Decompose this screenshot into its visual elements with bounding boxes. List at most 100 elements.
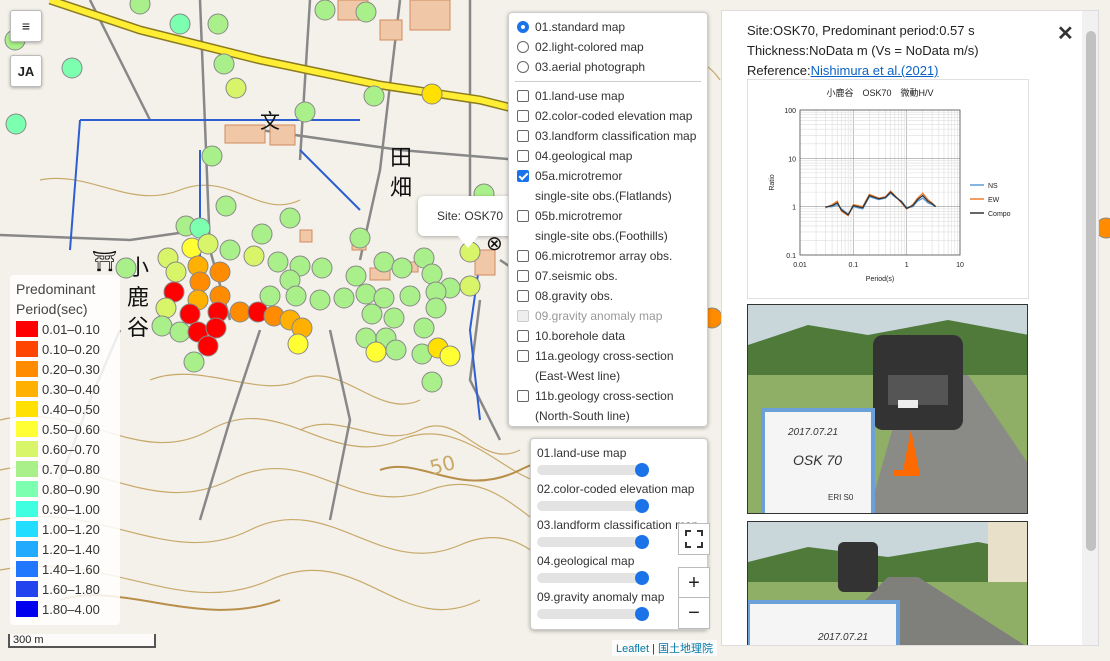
legend-row: 0.60–0.70 — [16, 439, 114, 459]
x-axis-label: Period(s) — [866, 276, 894, 283]
opacity-slider[interactable] — [537, 463, 649, 477]
slider-thumb[interactable] — [635, 499, 649, 513]
hv-chart-svg: 小鹿谷 OSK70 微動H/V Period(s) Ratio 0.01 0.1 1 10 1… — [769, 87, 1011, 283]
site-tooltip: Site: OSK70 — [418, 196, 518, 236]
slider-thumb[interactable] — [635, 607, 649, 621]
legend-label: 1.60–1.80 — [42, 581, 100, 597]
zoom-in-button[interactable]: + — [678, 567, 710, 599]
slider-thumb[interactable] — [635, 463, 649, 477]
overlay-option[interactable]: 10.borehole data — [515, 326, 701, 346]
overlay-label: 11a.geology cross-section (East-West line… — [535, 349, 674, 383]
legend-label: 0.60–0.70 — [42, 441, 100, 457]
checkbox[interactable] — [517, 330, 529, 342]
checkbox[interactable] — [517, 170, 529, 182]
slider-thumb[interactable] — [635, 535, 649, 549]
opacity-slider[interactable] — [537, 535, 649, 549]
overlay-label: 02.color-coded elevation map — [535, 109, 693, 123]
plot-frame — [799, 109, 961, 256]
opacity-slider[interactable] — [537, 499, 649, 513]
basemap-option[interactable]: 02.light-colored map — [515, 37, 701, 57]
reference-link[interactable]: Nishimura et al.(2021) — [811, 63, 939, 78]
opacity-slider[interactable] — [537, 607, 649, 621]
overlay-option[interactable]: 07.seismic obs. — [515, 266, 701, 286]
y-tick-label: 10 — [788, 156, 796, 163]
overlay-option[interactable]: 11b.geology cross-section (North-South li… — [515, 386, 701, 426]
overlay-label: 07.seismic obs. — [535, 269, 618, 283]
legend-swatch — [16, 361, 38, 377]
x-tick-label: 0.01 — [793, 262, 807, 269]
menu-button[interactable]: ≡ — [10, 10, 42, 42]
checkbox[interactable] — [517, 250, 529, 262]
legend-swatch — [16, 581, 38, 597]
checkbox[interactable] — [517, 290, 529, 302]
site-summary: Site:OSK70, Predominant period:0.57 s — [747, 23, 975, 38]
basemap-label: 02.light-colored map — [535, 40, 644, 54]
legend-swatch — [16, 541, 38, 557]
close-button[interactable]: ✕ — [1057, 21, 1074, 46]
checkbox[interactable] — [517, 90, 529, 102]
opacity-label: 09.gravity anomaly map — [537, 590, 665, 604]
slider-thumb[interactable] — [635, 571, 649, 585]
overlay-option[interactable]: 08.gravity obs. — [515, 286, 701, 306]
gsi-link[interactable]: 国土地理院 — [658, 643, 713, 655]
overlay-option[interactable]: 05a.microtremor single-site obs.(Flatland… — [515, 166, 701, 206]
basemap-option[interactable]: 03.aerial photograph — [515, 57, 701, 77]
overlay-label: 05a.microtremor single-site obs.(Flatland… — [535, 169, 672, 203]
checkbox[interactable] — [517, 350, 529, 362]
legend-swatch — [16, 601, 38, 617]
radio-button[interactable] — [517, 61, 529, 73]
radio-button[interactable] — [517, 41, 529, 53]
fullscreen-button[interactable] — [678, 523, 710, 555]
legend-label: 0.90–1.00 — [42, 501, 100, 517]
x-tick-label: 0.1 — [848, 262, 858, 269]
legend-row: 0.50–0.60 — [16, 419, 114, 439]
y-tick-label: 100 — [784, 108, 796, 115]
reference-label: Reference: — [747, 63, 811, 78]
language-button[interactable]: JA — [10, 55, 42, 87]
board-date-2: 2017.07.21 — [817, 632, 868, 643]
basemap-option[interactable]: 01.standard map — [515, 17, 701, 37]
legend-row: 0.90–1.00 — [16, 499, 114, 519]
checkbox[interactable] — [517, 210, 529, 222]
checkbox[interactable] — [517, 110, 529, 122]
legend-label: 1.80–4.00 — [42, 601, 100, 617]
checkbox[interactable] — [517, 150, 529, 162]
basemap-label: 01.standard map — [535, 20, 626, 34]
scale-bar: 300 m — [8, 634, 156, 648]
fullscreen-icon — [685, 530, 703, 548]
svg-text:⛩: ⛩ — [92, 251, 117, 273]
overlay-option[interactable]: 03.landform classification map — [515, 126, 701, 146]
radio-button[interactable] — [517, 21, 529, 33]
legend-label: 0.01–0.10 — [42, 321, 100, 337]
site-thickness: Thickness:NoData m (Vs = NoData m/s) — [747, 43, 979, 58]
legend-row: 0.20–0.30 — [16, 359, 114, 379]
legend-swatch — [16, 561, 38, 577]
legend-swatch — [16, 501, 38, 517]
info-scrollbar[interactable] — [1082, 11, 1098, 645]
checkbox[interactable] — [517, 390, 529, 402]
tooltip-arrow — [458, 236, 478, 248]
legend-label: 0.80–0.90 — [42, 481, 100, 497]
checkbox[interactable] — [517, 270, 529, 282]
period-legend: Predominant Period(sec) 0.01–0.10 0.10–0.… — [10, 275, 120, 625]
overlay-label: 03.landform classification map — [535, 129, 697, 143]
opacity-slider[interactable] — [537, 571, 649, 585]
overlay-label: 08.gravity obs. — [535, 289, 614, 303]
legend-label: 0.40–0.50 — [42, 401, 100, 417]
zoom-out-button[interactable]: − — [678, 597, 710, 629]
overlay-option[interactable]: 02.color-coded elevation map — [515, 106, 701, 126]
leaflet-link[interactable]: Leaflet — [616, 643, 649, 655]
overlay-label: 05b.microtremor single-site obs.(Foothill… — [535, 209, 668, 243]
overlay-option[interactable]: 11a.geology cross-section (East-West line… — [515, 346, 701, 386]
opacity-slider-group: 01.land-use map — [537, 445, 701, 481]
overlay-option[interactable]: 01.land-use map — [515, 86, 701, 106]
legend-label-compo: Compo — [988, 211, 1011, 218]
layer-panel: 01.standard map 02.light-colored map 03.ae… — [508, 12, 708, 427]
map-attribution: Leaflet | 国土地理院 — [612, 640, 718, 656]
legend-swatch — [16, 421, 38, 437]
overlay-option[interactable]: 06.microtremor array obs. — [515, 246, 701, 266]
checkbox[interactable] — [517, 130, 529, 142]
overlay-option[interactable]: 05b.microtremor single-site obs.(Foothill… — [515, 206, 701, 246]
opacity-label: 04.geological map — [537, 554, 635, 568]
overlay-option[interactable]: 04.geological map — [515, 146, 701, 166]
